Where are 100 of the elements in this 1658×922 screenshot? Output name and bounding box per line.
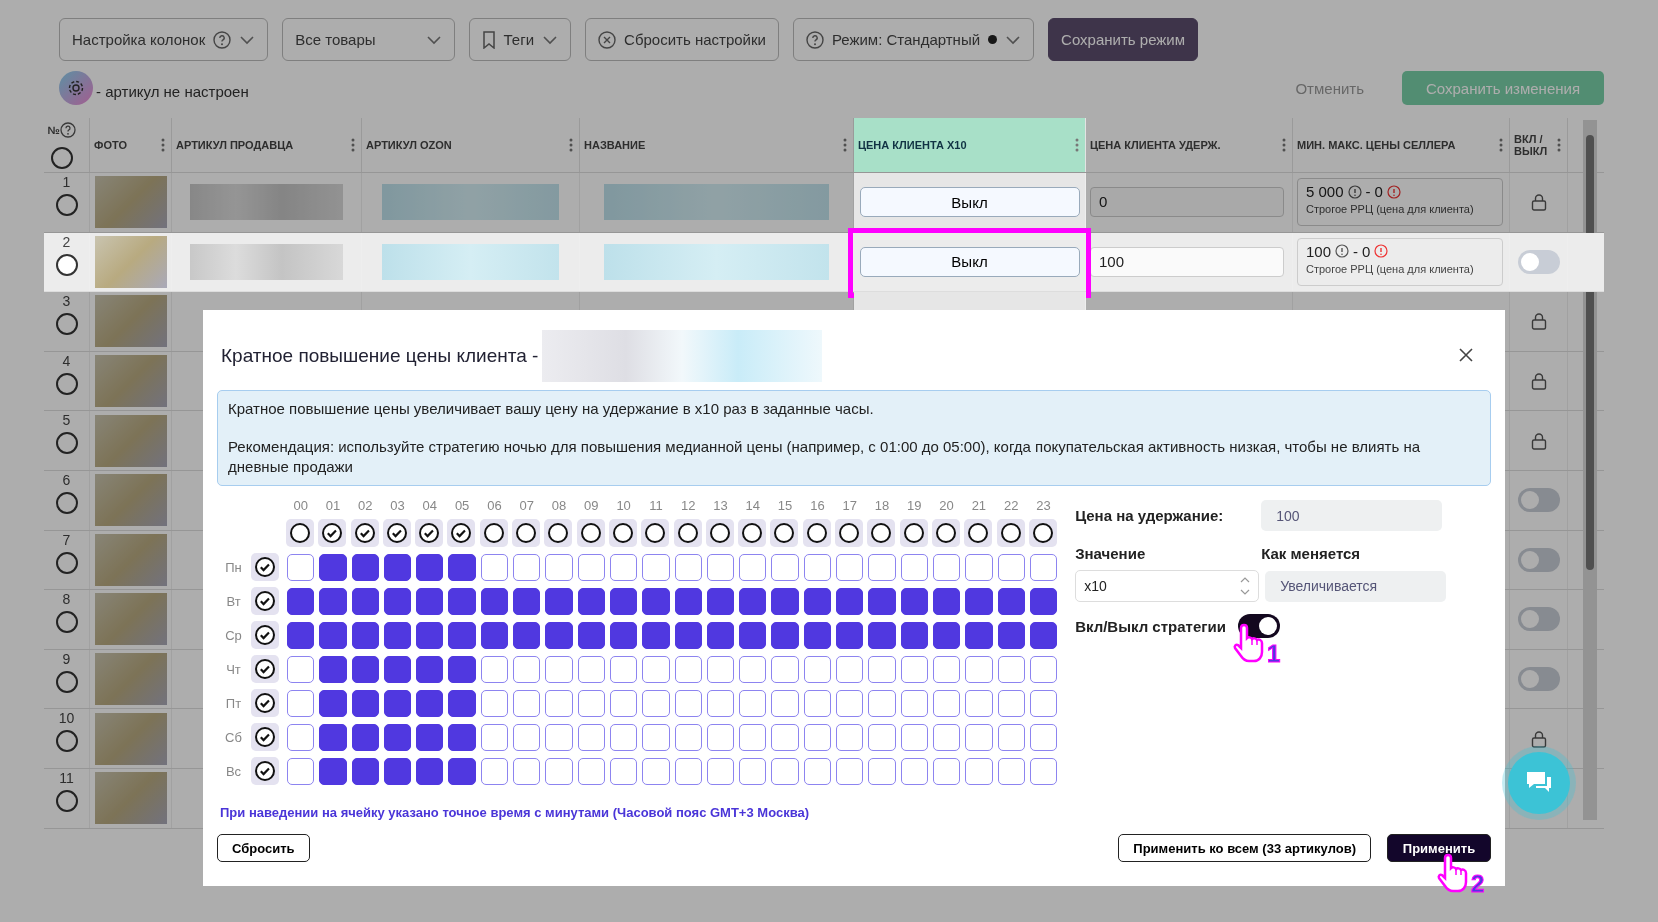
- row-radio[interactable]: [55, 611, 78, 634]
- time-slot[interactable]: [480, 553, 509, 581]
- time-slot[interactable]: [642, 723, 670, 751]
- time-slot[interactable]: [416, 587, 444, 615]
- time-slot[interactable]: [609, 757, 638, 785]
- time-slot[interactable]: [771, 723, 799, 751]
- hour-checkbox[interactable]: [968, 523, 989, 543]
- toggle-switch[interactable]: [1517, 488, 1560, 513]
- time-slot[interactable]: [416, 757, 444, 785]
- kebab-icon[interactable]: [161, 138, 165, 152]
- time-slot[interactable]: [480, 723, 509, 751]
- time-slot[interactable]: [900, 689, 928, 717]
- hour-checkbox[interactable]: [290, 523, 310, 543]
- time-slot[interactable]: [965, 621, 993, 649]
- time-slot[interactable]: [545, 757, 573, 785]
- hour-checkbox[interactable]: [548, 523, 569, 543]
- time-slot[interactable]: [771, 689, 799, 717]
- toggle-switch[interactable]: [1517, 249, 1560, 274]
- kebab-icon[interactable]: [569, 138, 573, 152]
- time-slot[interactable]: [803, 655, 832, 683]
- time-slot[interactable]: [1029, 621, 1058, 649]
- time-slot[interactable]: [932, 621, 961, 649]
- day-checkbox[interactable]: [255, 625, 275, 645]
- time-slot[interactable]: [513, 587, 541, 615]
- time-slot[interactable]: [836, 621, 864, 649]
- time-slot[interactable]: [287, 621, 315, 649]
- time-slot[interactable]: [674, 655, 702, 683]
- toolbar-button[interactable]: Режим: Стандартный: [792, 18, 1035, 61]
- hour-checkbox[interactable]: [935, 523, 956, 543]
- time-slot[interactable]: [448, 757, 476, 785]
- kebab-icon[interactable]: [1075, 138, 1079, 152]
- hour-checkbox[interactable]: [354, 523, 375, 543]
- time-slot[interactable]: [932, 689, 961, 717]
- time-slot[interactable]: [383, 587, 412, 615]
- time-slot[interactable]: [513, 723, 541, 751]
- time-slot[interactable]: [609, 553, 638, 581]
- time-slot[interactable]: [900, 757, 928, 785]
- time-slot[interactable]: [932, 553, 961, 581]
- toolbar-button[interactable]: Сохранить режим: [1048, 18, 1199, 61]
- time-slot[interactable]: [287, 757, 315, 785]
- price-field[interactable]: 0: [1090, 187, 1284, 218]
- time-slot[interactable]: [965, 689, 993, 717]
- hour-checkbox[interactable]: [451, 523, 472, 543]
- time-slot[interactable]: [739, 757, 767, 785]
- time-slot[interactable]: [739, 723, 767, 751]
- time-slot[interactable]: [287, 655, 315, 683]
- row-radio[interactable]: [55, 730, 78, 753]
- time-slot[interactable]: [577, 655, 605, 683]
- hour-checkbox[interactable]: [839, 523, 860, 543]
- time-slot[interactable]: [997, 757, 1025, 785]
- time-slot[interactable]: [674, 621, 702, 649]
- time-slot[interactable]: [319, 757, 347, 785]
- time-slot[interactable]: [545, 587, 573, 615]
- toolbar-button[interactable]: Все товары: [282, 18, 455, 61]
- time-slot[interactable]: [932, 757, 961, 785]
- time-slot[interactable]: [900, 587, 928, 615]
- row-radio[interactable]: [55, 253, 78, 276]
- time-slot[interactable]: [577, 757, 605, 785]
- time-slot[interactable]: [868, 621, 896, 649]
- day-checkbox[interactable]: [255, 761, 275, 781]
- time-slot[interactable]: [868, 757, 896, 785]
- time-slot[interactable]: [448, 553, 476, 581]
- time-slot[interactable]: [609, 655, 638, 683]
- time-slot[interactable]: [771, 621, 799, 649]
- time-slot[interactable]: [932, 723, 961, 751]
- time-slot[interactable]: [319, 723, 347, 751]
- time-slot[interactable]: [965, 723, 993, 751]
- time-slot[interactable]: [416, 655, 444, 683]
- time-slot[interactable]: [674, 723, 702, 751]
- time-slot[interactable]: [480, 655, 509, 683]
- time-slot[interactable]: [642, 621, 670, 649]
- time-slot[interactable]: [513, 655, 541, 683]
- hour-checkbox[interactable]: [483, 523, 504, 543]
- time-slot[interactable]: [997, 655, 1025, 683]
- time-slot[interactable]: [932, 655, 961, 683]
- row-radio[interactable]: [55, 789, 78, 812]
- toggle-switch[interactable]: [1517, 547, 1560, 572]
- toolbar-button[interactable]: Настройка колонок: [59, 18, 269, 61]
- time-slot[interactable]: [480, 621, 509, 649]
- time-slot[interactable]: [319, 621, 347, 649]
- multiplier-button[interactable]: Выкл: [859, 187, 1080, 218]
- time-slot[interactable]: [319, 553, 347, 581]
- time-slot[interactable]: [771, 757, 799, 785]
- time-slot[interactable]: [706, 723, 735, 751]
- row-radio[interactable]: [55, 432, 78, 455]
- time-slot[interactable]: [997, 723, 1025, 751]
- time-slot[interactable]: [319, 689, 347, 717]
- hour-checkbox[interactable]: [612, 523, 633, 543]
- hour-checkbox[interactable]: [580, 523, 601, 543]
- time-slot[interactable]: [1029, 655, 1058, 683]
- time-slot[interactable]: [351, 553, 379, 581]
- toolbar-button[interactable]: Теги: [468, 18, 572, 61]
- time-slot[interactable]: [674, 553, 702, 581]
- time-slot[interactable]: [416, 621, 444, 649]
- time-slot[interactable]: [1029, 553, 1058, 581]
- time-slot[interactable]: [577, 621, 605, 649]
- time-slot[interactable]: [868, 587, 896, 615]
- row-radio[interactable]: [55, 551, 78, 574]
- time-slot[interactable]: [642, 587, 670, 615]
- time-slot[interactable]: [836, 553, 864, 581]
